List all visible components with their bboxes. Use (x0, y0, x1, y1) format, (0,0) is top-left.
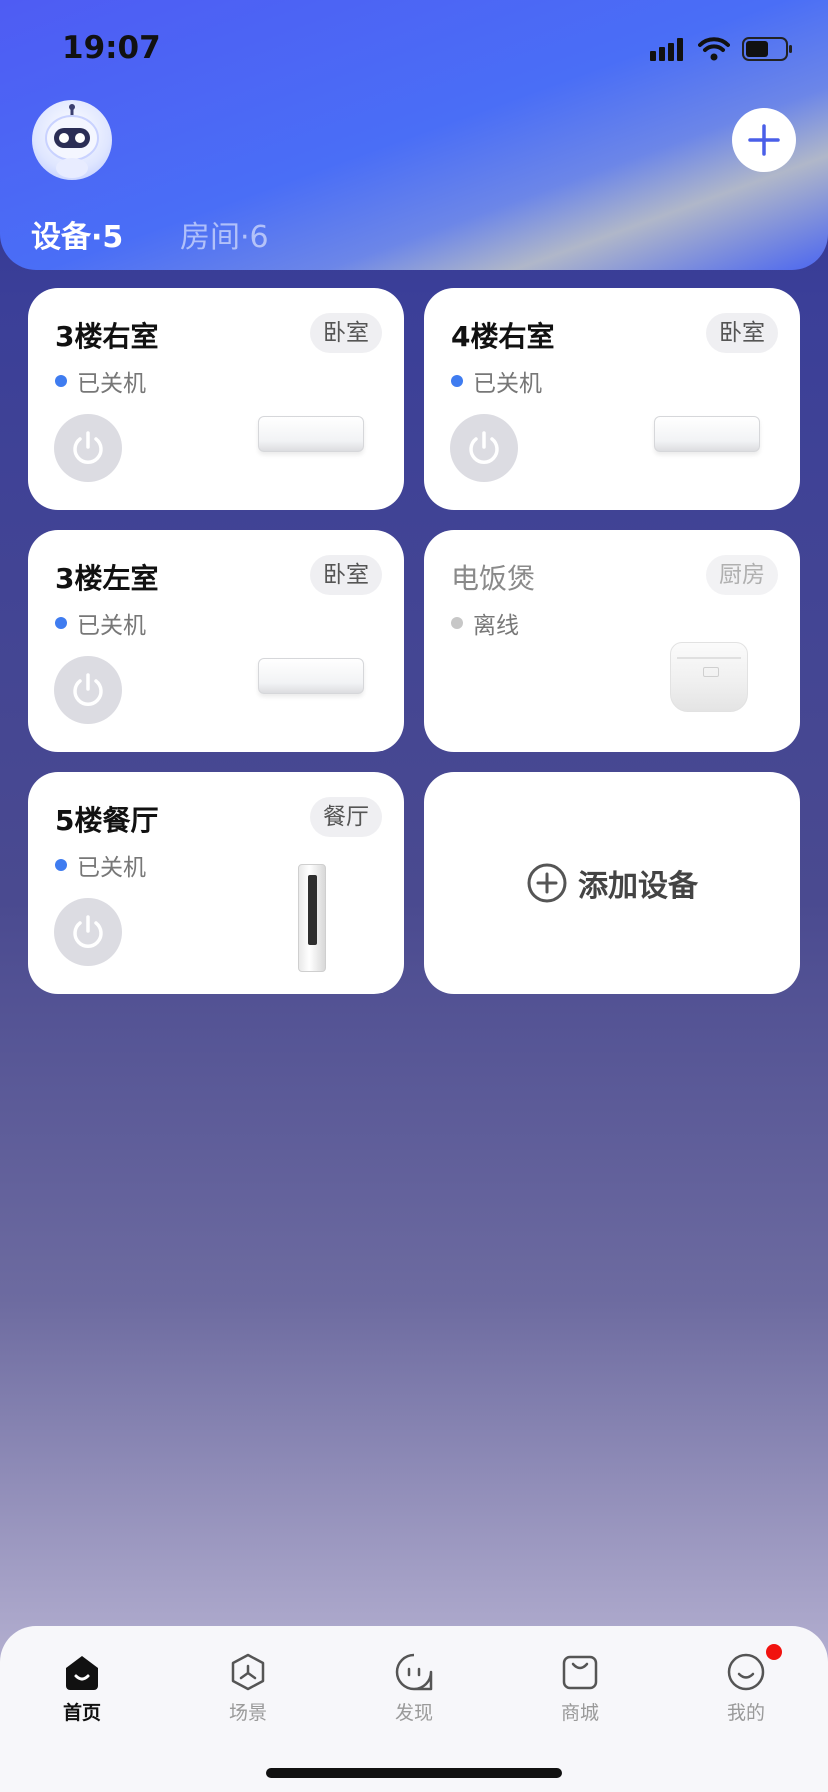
tab-devices[interactable]: 设备·5 (31, 212, 123, 256)
add-circle-icon (527, 863, 567, 903)
nav-home[interactable]: 首页 (32, 1642, 132, 1732)
power-button[interactable] (54, 898, 122, 966)
device-name: 3楼右室 (55, 320, 159, 353)
wifi-icon (698, 37, 730, 61)
status-dot (55, 859, 67, 871)
floor-ac-image (298, 864, 326, 972)
header: 19:07 设备·5 房间·6 (0, 0, 828, 270)
device-status: 已关机 (55, 848, 146, 882)
rice-cooker-image (670, 642, 748, 712)
status-time: 19:07 (62, 30, 161, 66)
bottom-nav: 首页 场景 发现 商城 我的 (0, 1626, 828, 1792)
status-dot (451, 375, 463, 387)
add-device-card[interactable]: 添加设备 (424, 772, 800, 994)
status-dot (451, 617, 463, 629)
nav-label: 发现 (394, 1702, 433, 1724)
device-card[interactable]: 3楼左室 卧室 已关机 (28, 530, 404, 752)
device-card[interactable]: 5楼餐厅 餐厅 已关机 (28, 772, 404, 994)
wall-ac-image (654, 416, 760, 452)
power-icon (73, 915, 103, 948)
room-badge: 餐厅 (310, 797, 382, 837)
nav-profile[interactable]: 我的 (696, 1642, 796, 1732)
battery-icon (742, 37, 792, 61)
status-dot (55, 617, 67, 629)
profile-icon (727, 1653, 765, 1691)
room-badge: 卧室 (706, 313, 778, 353)
status-text: 已关机 (77, 371, 146, 397)
room-badge: 厨房 (706, 555, 778, 595)
signal-icon (650, 38, 683, 61)
nav-label: 商城 (560, 1702, 599, 1724)
room-badge: 卧室 (310, 313, 382, 353)
device-name: 4楼右室 (451, 320, 555, 353)
shop-icon (562, 1655, 598, 1690)
nav-label: 场景 (228, 1702, 267, 1724)
robot-avatar-icon (45, 104, 99, 178)
device-name: 电饭煲 (451, 562, 536, 595)
plus-icon (748, 124, 780, 156)
power-button[interactable] (54, 656, 122, 724)
power-icon (73, 673, 103, 706)
nav-label: 首页 (62, 1702, 101, 1724)
status-text: 离线 (473, 613, 519, 639)
home-icon (66, 1656, 98, 1690)
device-status: 离线 (451, 606, 519, 640)
device-status: 已关机 (451, 364, 542, 398)
discover-icon (395, 1653, 433, 1691)
device-status: 已关机 (55, 606, 146, 640)
room-badge: 卧室 (310, 555, 382, 595)
home-indicator (266, 1768, 562, 1778)
nav-shop[interactable]: 商城 (530, 1642, 630, 1732)
notification-badge (766, 1644, 782, 1660)
status-text: 已关机 (77, 613, 146, 639)
nav-label: 我的 (726, 1702, 765, 1724)
power-icon (469, 431, 499, 464)
avatar[interactable] (32, 100, 112, 180)
nav-scene[interactable]: 场景 (198, 1642, 298, 1732)
power-button[interactable] (54, 414, 122, 482)
add-device-button[interactable]: 添加设备 (424, 772, 800, 994)
device-status: 已关机 (55, 364, 146, 398)
add-button[interactable] (732, 108, 796, 172)
tab-rooms[interactable]: 房间·6 (180, 212, 269, 256)
power-icon (73, 431, 103, 464)
device-name: 5楼餐厅 (55, 804, 159, 837)
device-card[interactable]: 电饭煲 厨房 离线 (424, 530, 800, 752)
device-card[interactable]: 3楼右室 卧室 已关机 (28, 288, 404, 510)
power-button[interactable] (450, 414, 518, 482)
scene-icon (231, 1653, 265, 1691)
device-card[interactable]: 4楼右室 卧室 已关机 (424, 288, 800, 510)
device-name: 3楼左室 (55, 562, 159, 595)
status-text: 已关机 (473, 371, 542, 397)
wall-ac-image (258, 658, 364, 694)
wall-ac-image (258, 416, 364, 452)
status-dot (55, 375, 67, 387)
nav-discover[interactable]: 发现 (364, 1642, 464, 1732)
add-device-label: 添加设备 (578, 869, 698, 904)
status-text: 已关机 (77, 855, 146, 881)
status-icons (650, 34, 794, 64)
